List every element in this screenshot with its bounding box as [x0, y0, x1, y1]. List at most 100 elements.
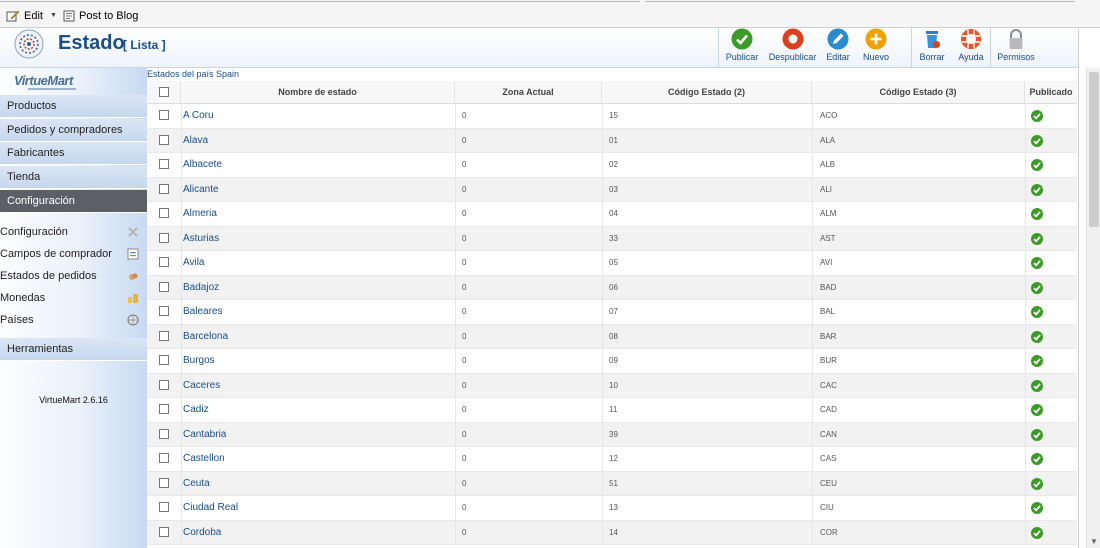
row-checkbox[interactable] — [159, 477, 169, 488]
help-button[interactable]: Ayuda — [952, 28, 990, 68]
row-checkbox[interactable] — [159, 379, 169, 390]
table-row: Ciudad Real 0 13 CIU — [147, 496, 1077, 521]
state-name-cell[interactable]: Cantabria — [183, 423, 226, 447]
state-name-cell[interactable]: Avila — [183, 251, 205, 275]
menu-item-pedidos[interactable]: Pedidos y compradores — [0, 119, 147, 142]
state-name-cell[interactable]: Castellon — [183, 447, 225, 471]
published-check-icon[interactable] — [1031, 404, 1043, 416]
published-check-icon[interactable] — [1031, 428, 1043, 441]
published-check-icon[interactable] — [1031, 477, 1043, 490]
published-check-icon[interactable] — [1031, 355, 1043, 367]
published-check-icon[interactable] — [1031, 526, 1043, 539]
menu-item-configuracion[interactable]: Configuración — [0, 190, 147, 213]
published-check-icon[interactable] — [1031, 306, 1043, 318]
row-checkbox[interactable] — [159, 208, 169, 218]
row-checkbox[interactable] — [159, 159, 169, 169]
state-name-cell[interactable]: Burgos — [183, 349, 215, 373]
state-name-cell[interactable]: Alava — [183, 129, 208, 153]
row-checkbox[interactable] — [159, 355, 169, 365]
column-divider — [181, 373, 182, 398]
column-header-codigo3[interactable]: Código Estado (3) — [812, 81, 1025, 104]
page-title: Estado — [58, 32, 125, 54]
row-checkbox[interactable] — [159, 502, 169, 512]
published-check-icon[interactable] — [1031, 257, 1043, 269]
published-check-icon[interactable] — [1031, 183, 1043, 196]
sub-item-estados-pedidos[interactable]: Estados de pedidos — [0, 265, 147, 287]
column-header-zona[interactable]: Zona Actual — [455, 81, 602, 104]
code3-cell: ALI — [820, 184, 833, 194]
state-name-cell[interactable]: Cordoba — [183, 521, 221, 545]
coins-icon — [128, 294, 138, 303]
select-all-checkbox[interactable] — [159, 87, 169, 97]
zone-cell: 0 — [462, 160, 467, 169]
chevron-down-icon[interactable]: ▼ — [50, 12, 57, 19]
menu-item-productos[interactable]: Productos — [0, 95, 147, 118]
code2-cell: 15 — [609, 111, 618, 120]
state-name-cell[interactable]: Alicante — [183, 178, 219, 202]
state-name-cell[interactable]: Cadiz — [183, 398, 209, 422]
state-name-cell[interactable]: Almeria — [183, 202, 217, 226]
row-checkbox[interactable] — [159, 257, 169, 267]
state-name-cell[interactable]: Ceuta — [183, 472, 210, 496]
published-check-icon[interactable] — [1031, 330, 1043, 343]
virtuemart-logo-icon — [14, 29, 44, 59]
menu-item-fabricantes[interactable]: Fabricantes — [0, 142, 147, 165]
publish-button[interactable]: Publicar — [719, 28, 765, 68]
post-to-blog-button[interactable]: Post to Blog — [63, 10, 138, 22]
published-check-icon[interactable] — [1031, 502, 1043, 514]
column-header-codigo2[interactable]: Código Estado (2) — [602, 81, 812, 104]
row-checkbox[interactable] — [159, 110, 169, 120]
published-check-icon[interactable] — [1031, 232, 1043, 245]
state-name-cell[interactable]: Badajoz — [183, 276, 219, 300]
row-checkbox[interactable] — [159, 330, 169, 341]
scrollbar[interactable]: ▼ — [1086, 68, 1100, 548]
column-header-nombre[interactable]: Nombre de estado — [181, 81, 455, 104]
row-checkbox[interactable] — [159, 183, 169, 194]
column-header-publicado[interactable]: Publicado — [1025, 81, 1077, 104]
state-name-cell[interactable]: Caceres — [183, 374, 220, 398]
row-checkbox[interactable] — [159, 526, 169, 537]
edit-menu[interactable]: Edit — [6, 10, 43, 22]
state-name-cell[interactable]: Baleares — [183, 300, 222, 324]
row-checkbox[interactable] — [159, 404, 169, 414]
row-checkbox[interactable] — [159, 306, 169, 316]
published-check-icon[interactable] — [1031, 110, 1043, 122]
zone-cell: 0 — [462, 527, 467, 537]
code2-cell: 10 — [609, 380, 618, 390]
edit-button[interactable]: Editar — [820, 28, 856, 68]
state-name-cell[interactable]: Albacete — [183, 153, 222, 177]
delete-button[interactable]: Borrar — [912, 28, 952, 68]
published-check-icon[interactable] — [1031, 379, 1043, 392]
new-button[interactable]: Nuevo — [856, 28, 896, 68]
scrollbar-thumb[interactable] — [1089, 72, 1099, 227]
row-checkbox[interactable] — [159, 232, 169, 243]
published-check-icon[interactable] — [1031, 453, 1043, 465]
menu-item-herramientas[interactable]: Herramientas — [0, 338, 147, 361]
unpublish-button[interactable]: Despublicar — [765, 28, 820, 68]
menu-item-tienda[interactable]: Tienda — [0, 166, 147, 189]
state-name-cell[interactable]: Barcelona — [183, 325, 228, 349]
column-divider — [455, 324, 456, 349]
scroll-down-icon[interactable]: ▼ — [1089, 538, 1099, 546]
published-check-icon[interactable] — [1031, 208, 1043, 220]
published-check-icon[interactable] — [1031, 159, 1043, 171]
table-row: A Coru 0 15 ACO — [147, 104, 1077, 129]
delete-label: Borrar — [919, 52, 945, 62]
sub-item-campos[interactable]: Campos de comprador — [0, 243, 147, 265]
state-name-cell[interactable]: Ciudad Real — [183, 496, 238, 520]
table-caption: Estados del país Spain — [147, 69, 240, 79]
row-checkbox[interactable] — [159, 453, 169, 463]
row-checkbox[interactable] — [159, 281, 169, 292]
virtuemart-brand: VirtueMart — [14, 73, 73, 88]
state-name-cell[interactable]: A Coru — [183, 104, 214, 128]
published-check-icon[interactable] — [1031, 281, 1043, 294]
sub-item-paises[interactable]: Países — [0, 309, 147, 331]
state-name-cell[interactable]: Asturias — [183, 227, 219, 251]
row-checkbox[interactable] — [159, 134, 169, 145]
published-check-icon[interactable] — [1031, 134, 1043, 147]
permissions-button[interactable]: Permisos — [991, 28, 1041, 68]
sub-item-configuracion[interactable]: Configuración — [0, 221, 147, 243]
row-checkbox[interactable] — [159, 428, 169, 439]
code2-cell: 09 — [609, 356, 618, 365]
sub-item-monedas[interactable]: Monedas — [0, 287, 147, 309]
